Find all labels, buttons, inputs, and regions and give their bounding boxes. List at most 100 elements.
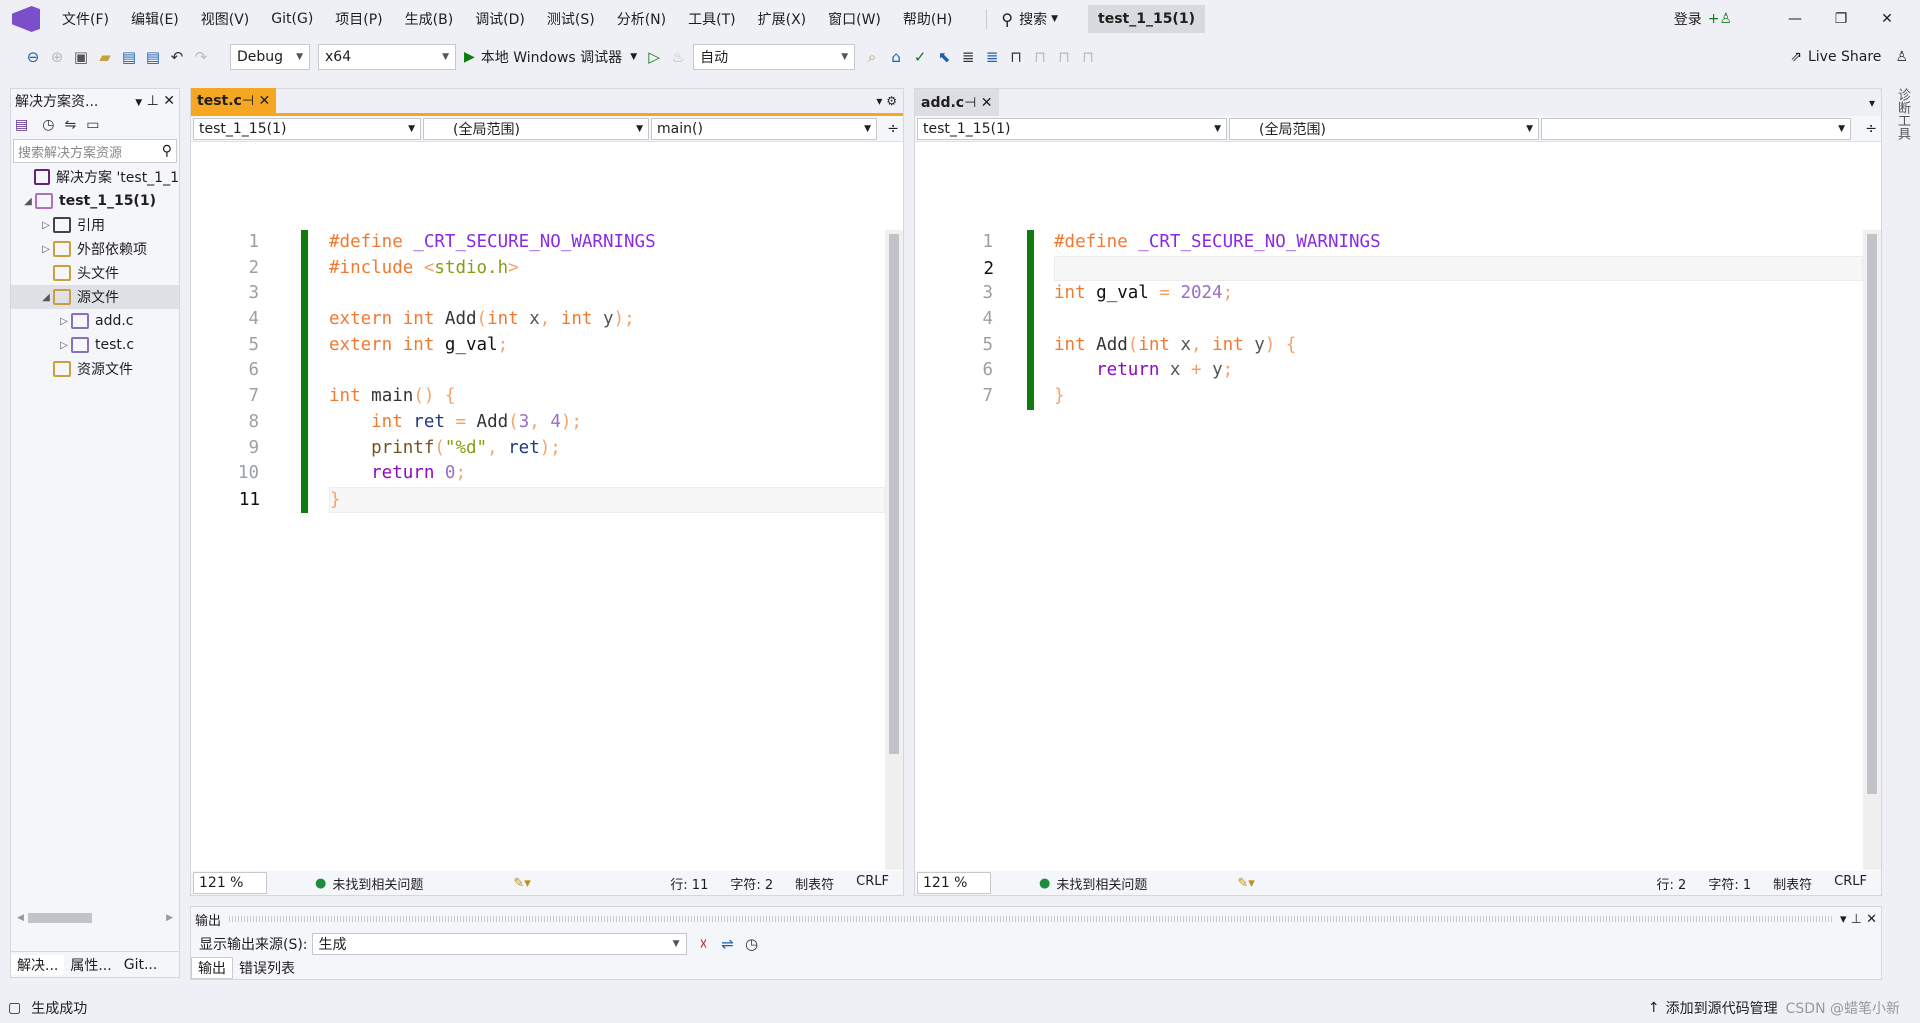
horizontal-scrollbar[interactable]: ◀ ▶ — [17, 911, 173, 925]
config-dropdown[interactable]: Debug ▼ — [230, 44, 310, 70]
close-button[interactable]: ✕ — [1864, 11, 1910, 27]
status-eol[interactable]: CRLF — [1834, 874, 1867, 893]
pin-icon[interactable]: ▾ ⊥ ✕ — [1840, 912, 1877, 927]
status-line[interactable]: 行: 11 — [670, 874, 708, 893]
project-dropdown[interactable]: test_1_15(1) ▼ — [193, 117, 421, 140]
search-button[interactable]: ⚲ 搜索 ▼ — [986, 9, 1058, 29]
issues-status[interactable]: 未找到相关问题 — [332, 874, 423, 893]
scope-dropdown[interactable]: (全局范围) ▼ — [423, 117, 649, 140]
solution-bottom-tab[interactable]: 属性... — [64, 955, 117, 975]
expander-icon[interactable]: ▷ — [39, 220, 53, 231]
bookmark-icon[interactable]: ⊓ — [1007, 48, 1025, 66]
pin-icon[interactable]: ⊥ — [147, 93, 159, 109]
window-icon[interactable]: ⌂ — [887, 48, 905, 66]
collapse-icon[interactable]: ▭ — [86, 117, 99, 133]
add-to-source-control-button[interactable]: 添加到源代码管理 — [1666, 998, 1778, 1018]
history-icon[interactable]: ◷ — [42, 117, 54, 133]
solution-search[interactable]: 搜索解决方案资源 ⚲ — [13, 139, 177, 163]
issues-status[interactable]: 未找到相关问题 — [1056, 874, 1147, 893]
status-tab[interactable]: 制表符 — [1773, 874, 1812, 893]
output-tab[interactable]: 错误列表 — [233, 958, 301, 978]
menu-item[interactable]: 视图(V) — [201, 9, 250, 29]
close-panel-icon[interactable]: ✕ — [163, 93, 175, 109]
tab-overflow-icon[interactable]: ▾ — [1869, 96, 1875, 110]
expander-icon[interactable]: ◢ — [21, 196, 35, 207]
clear-bookmarks-icon[interactable]: ⊓ — [1079, 48, 1097, 66]
vertical-scrollbar[interactable] — [885, 230, 903, 870]
start-debug-button[interactable]: ▶ 本地 Windows 调试器 ▼ — [464, 47, 645, 67]
live-share-button[interactable]: Live Share — [1808, 49, 1881, 65]
start-without-debug-icon[interactable]: ▷ — [645, 48, 663, 66]
zoom-dropdown[interactable]: 121 % — [917, 872, 991, 894]
member-dropdown[interactable]: main() ▼ — [651, 117, 877, 140]
tree-item[interactable]: ▷ add.c — [11, 309, 179, 333]
uncomment-icon[interactable]: ≣ — [983, 48, 1001, 66]
scope-dropdown[interactable]: (全局范围) ▼ — [1229, 117, 1539, 140]
redo-icon[interactable]: ↷ — [192, 48, 210, 66]
feedback-icon[interactable]: ♙ — [1895, 49, 1908, 65]
tree-item[interactable]: ▷ 引用 — [11, 213, 179, 237]
word-wrap-icon[interactable]: ⇌ — [719, 935, 737, 953]
status-char[interactable]: 字符: 1 — [1708, 874, 1751, 893]
solution-bottom-tab[interactable]: 解决... — [11, 954, 65, 975]
tab-add-c[interactable]: add.c ⊣ ✕ — [915, 89, 999, 116]
project-dropdown[interactable]: test_1_15(1) ▼ — [917, 117, 1227, 140]
tree-item[interactable]: ▷ 外部依赖项 — [11, 237, 179, 261]
expander-icon[interactable]: ◢ — [39, 292, 53, 303]
solution-bottom-tab[interactable]: Git... — [118, 957, 164, 973]
status-char[interactable]: 字符: 2 — [730, 874, 773, 893]
comment-icon[interactable]: ≣ — [959, 48, 977, 66]
dropdown-icon[interactable]: ▼ — [135, 98, 142, 108]
menu-item[interactable]: 扩展(X) — [758, 9, 807, 29]
menu-item[interactable]: 调试(D) — [475, 9, 525, 29]
open-icon[interactable]: ▰ — [96, 48, 114, 66]
pin-icon[interactable]: ⊣ ✕ — [242, 93, 270, 109]
code-area[interactable]: 1 #define _CRT_SECURE_NO_WARNINGS 2 3 int g_… — [915, 230, 1863, 410]
next-bookmark-icon[interactable]: ⊓ — [1055, 48, 1073, 66]
zoom-dropdown[interactable]: 121 % — [193, 872, 267, 894]
undo-icon[interactable]: ↶ — [168, 48, 186, 66]
menu-item[interactable]: 编辑(E) — [131, 9, 179, 29]
tree-item[interactable]: ◢ 源文件 — [11, 285, 179, 309]
tree-item[interactable]: 头文件 — [11, 261, 179, 285]
output-source-dropdown[interactable]: 生成 ▼ — [311, 933, 687, 955]
menu-item[interactable]: 文件(F) — [62, 9, 109, 29]
tree-item[interactable]: 解决方案 'test_1_1 — [11, 165, 179, 189]
save-icon[interactable]: ▤ — [120, 48, 138, 66]
tree-item[interactable]: ◢ test_1_15(1) — [11, 189, 179, 213]
login-button[interactable]: 登录 — [1674, 9, 1702, 29]
sync-icon[interactable]: ⇋ — [64, 117, 76, 133]
status-tab[interactable]: 制表符 — [795, 874, 834, 893]
tab-test-c[interactable]: test.c ⊣ ✕ — [191, 87, 277, 115]
tree-item[interactable]: 资源文件 — [11, 357, 179, 381]
minimize-button[interactable]: — — [1772, 11, 1818, 27]
platform-dropdown[interactable]: x64 ▼ — [318, 44, 456, 70]
cursor-icon[interactable]: ⬉ — [935, 48, 953, 66]
split-icon[interactable]: ÷ — [887, 121, 899, 137]
tree-item[interactable]: ▷ test.c — [11, 333, 179, 357]
menu-item[interactable]: Git(G) — [271, 11, 313, 27]
status-eol[interactable]: CRLF — [856, 874, 889, 893]
menu-item[interactable]: 生成(B) — [405, 9, 454, 29]
menu-item[interactable]: 工具(T) — [688, 9, 735, 29]
clear-all-icon[interactable]: ☓ — [695, 935, 713, 953]
back-icon[interactable]: ⊖ — [24, 48, 42, 66]
hot-reload-icon[interactable]: ♨ — [669, 48, 687, 66]
menu-item[interactable]: 测试(S) — [547, 9, 595, 29]
find-in-files-icon[interactable]: ⌕ — [863, 48, 881, 66]
output-tab[interactable]: 输出 — [191, 957, 233, 979]
save-all-icon[interactable]: ▤ — [144, 48, 162, 66]
forward-icon[interactable]: ⊕ — [48, 48, 66, 66]
new-project-icon[interactable]: ▣ — [72, 48, 90, 66]
auto-dropdown[interactable]: 自动 ▼ — [693, 44, 856, 70]
diagnostic-tools-side-tab[interactable]: 诊断工具 — [1888, 88, 1912, 140]
member-dropdown[interactable]: ▼ — [1541, 117, 1851, 140]
tab-overflow-icon[interactable]: ▾ ⚙ — [876, 94, 897, 108]
menu-item[interactable]: 项目(P) — [335, 9, 382, 29]
vertical-scrollbar[interactable] — [1863, 230, 1881, 870]
code-area[interactable]: 1 #define _CRT_SECURE_NO_WARNINGS 2 #includ… — [191, 230, 885, 513]
split-icon[interactable]: ÷ — [1865, 121, 1877, 137]
code-cleanup-icon[interactable]: ✎▾ — [513, 876, 530, 891]
menu-item[interactable]: 窗口(W) — [828, 9, 881, 29]
menu-item[interactable]: 分析(N) — [617, 9, 666, 29]
